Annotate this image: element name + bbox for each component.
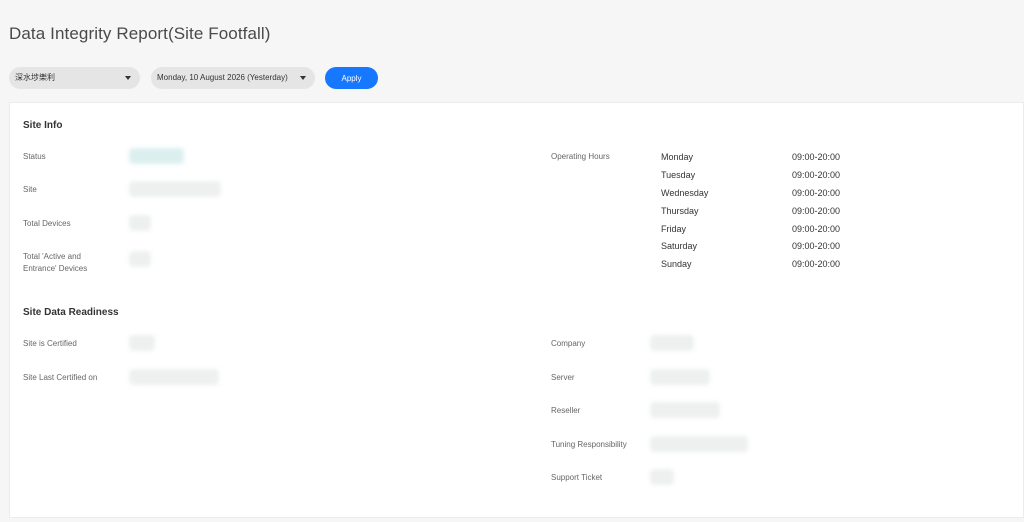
company-value-redacted: [650, 335, 694, 351]
server-value-redacted: [650, 369, 710, 385]
readiness-title: Site Data Readiness: [23, 307, 119, 318]
last-certified-label: Site Last Certified on: [23, 373, 98, 382]
site-certified-label: Site is Certified: [23, 339, 77, 348]
active-entrance-label-line2: Entrance' Devices: [23, 264, 88, 273]
reseller-value-redacted: [650, 402, 720, 418]
active-entrance-devices-label: Total 'Active and Entrance' Devices: [23, 251, 87, 275]
total-devices-value-redacted: [129, 215, 151, 231]
tuning-responsibility-label: Tuning Responsibility: [551, 440, 627, 449]
hours-wednesday: 09:00-20:00: [792, 188, 841, 198]
report-panel: Site Info Status Site Total Devices Tota…: [9, 102, 1024, 518]
site-info-title: Site Info: [23, 120, 63, 131]
site-select[interactable]: 深水埗樂利: [9, 67, 140, 89]
site-certified-value-redacted: [129, 335, 155, 351]
day-sunday: Sunday: [661, 259, 692, 269]
hours-sunday: 09:00-20:00: [792, 259, 841, 269]
day-wednesday: Wednesday: [661, 188, 709, 198]
active-entrance-value-redacted: [129, 251, 151, 267]
status-label: Status: [23, 152, 46, 161]
hours-monday: 09:00-20:00: [792, 152, 841, 162]
day-tuesday: Tuesday: [661, 170, 696, 180]
hours-friday: 09:00-20:00: [792, 224, 841, 234]
page-title: Data Integrity Report(Site Footfall): [9, 24, 271, 43]
reseller-label: Reseller: [551, 406, 581, 415]
day-friday: Friday: [661, 224, 687, 234]
caret-down-icon: [300, 76, 306, 80]
active-entrance-label-line1: Total 'Active and: [23, 252, 82, 261]
support-ticket-value-redacted: [650, 469, 674, 485]
status-value-redacted: [129, 148, 184, 164]
date-select-value: Monday, 10 August 2026 (Yesterday): [157, 73, 288, 82]
day-saturday: Saturday: [661, 241, 698, 251]
hours-saturday: 09:00-20:00: [792, 241, 841, 251]
company-label: Company: [551, 339, 586, 348]
date-select[interactable]: Monday, 10 August 2026 (Yesterday): [151, 67, 315, 89]
site-select-value: 深水埗樂利: [15, 73, 55, 82]
server-label: Server: [551, 373, 575, 382]
tuning-value-redacted: [650, 436, 748, 452]
apply-button[interactable]: Apply: [325, 67, 378, 89]
site-value-redacted: [129, 181, 221, 197]
total-devices-label: Total Devices: [23, 219, 71, 228]
day-monday: Monday: [661, 152, 694, 162]
support-ticket-label: Support Ticket: [551, 473, 603, 482]
caret-down-icon: [125, 76, 131, 80]
day-thursday: Thursday: [661, 206, 699, 216]
last-certified-value-redacted: [129, 369, 219, 385]
hours-tuesday: 09:00-20:00: [792, 170, 841, 180]
hours-thursday: 09:00-20:00: [792, 206, 841, 216]
site-label: Site: [23, 185, 37, 194]
operating-hours-label: Operating Hours: [551, 152, 610, 161]
